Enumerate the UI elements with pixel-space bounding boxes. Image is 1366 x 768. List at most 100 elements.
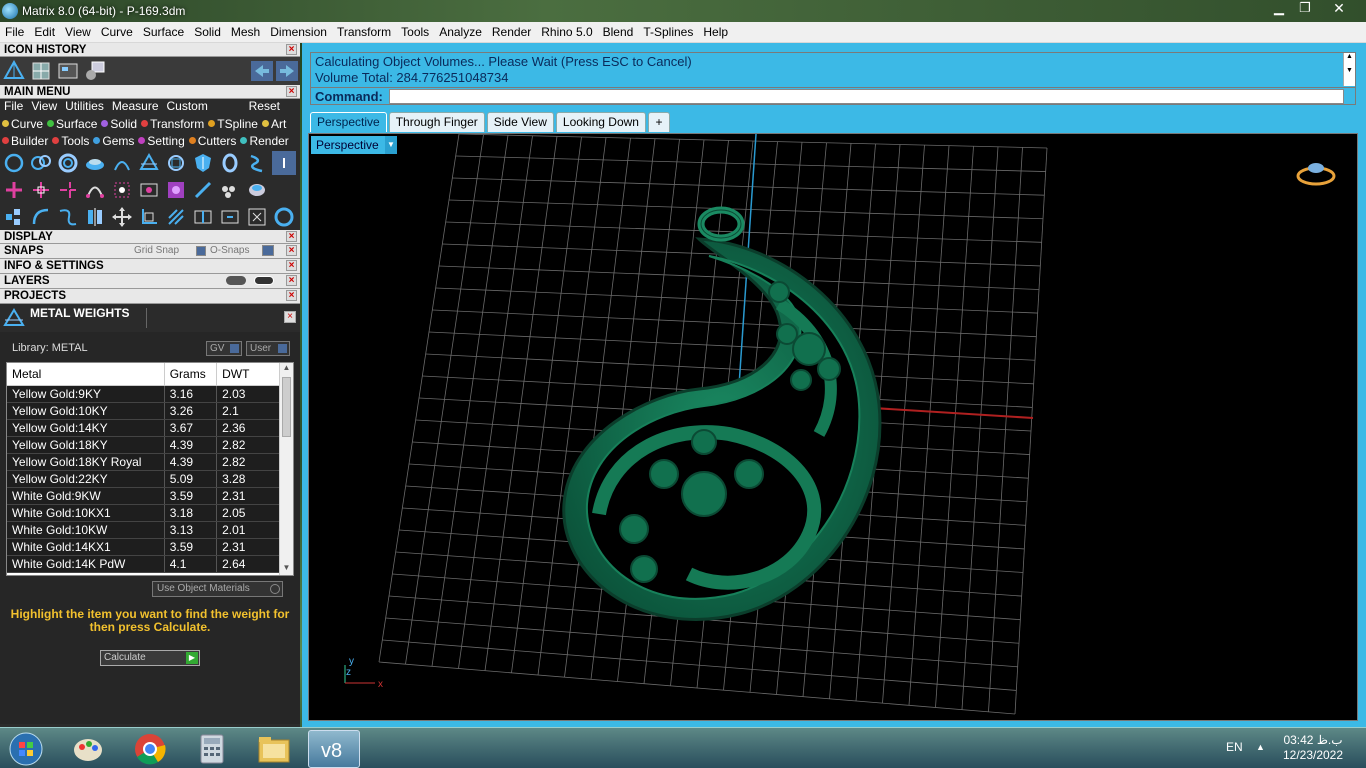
snaps-header[interactable]: SNAPS Grid Snap O-Snaps ×: [0, 244, 300, 259]
menu-view[interactable]: View: [60, 25, 96, 39]
table-row[interactable]: White Gold:14K PdW 4.1 2.64: [7, 555, 280, 573]
menu-transform[interactable]: Transform: [332, 25, 396, 39]
table-row[interactable]: Yellow Gold:10KY 3.26 2.1: [7, 402, 280, 420]
menu-edit[interactable]: Edit: [29, 25, 60, 39]
submenu-custom[interactable]: Custom: [163, 99, 212, 115]
flow-icon[interactable]: [56, 205, 80, 229]
add-point-icon[interactable]: [2, 178, 26, 202]
gem-seat-icon[interactable]: [164, 151, 188, 175]
category-setting[interactable]: Setting: [136, 134, 186, 148]
close-button[interactable]: ✕: [1318, 0, 1360, 18]
pencil-icon[interactable]: [191, 178, 215, 202]
viewport-canvas[interactable]: y z x: [309, 134, 1358, 721]
o-snaps-toggle[interactable]: O-Snaps: [210, 244, 249, 258]
menu-blend[interactable]: Blend: [598, 25, 639, 39]
pattern-icon[interactable]: [164, 178, 188, 202]
menu-tools[interactable]: Tools: [396, 25, 434, 39]
category-tspline[interactable]: TSpline: [206, 117, 260, 131]
menu-mesh[interactable]: Mesh: [226, 25, 265, 39]
column-header-grams[interactable]: Grams: [164, 363, 218, 386]
four-views-icon[interactable]: [29, 59, 53, 83]
grid-snap-toggle[interactable]: Grid Snap: [134, 244, 179, 258]
maximize-button[interactable]: ❐: [1292, 0, 1318, 18]
move-icon[interactable]: [110, 205, 134, 229]
view-navigator-icon[interactable]: [1296, 163, 1336, 186]
remove-point-icon[interactable]: [56, 178, 80, 202]
o-snaps-check-icon[interactable]: [262, 245, 274, 256]
insert-point-icon[interactable]: [29, 178, 53, 202]
column-header-dwt[interactable]: DWT: [216, 363, 280, 386]
render-preview-icon[interactable]: [83, 59, 107, 83]
prong-icon[interactable]: [110, 151, 134, 175]
add-view-tab-button[interactable]: +: [647, 112, 670, 132]
info-settings-header[interactable]: INFO & SETTINGS ×: [0, 259, 300, 274]
table-row[interactable]: Yellow Gold:18KY Royal 4.39 2.82: [7, 453, 280, 471]
menu-file[interactable]: File: [0, 25, 29, 39]
metal-table[interactable]: Metal Grams DWT Yellow Gold:9KY 3.16 2.03 Yel…: [6, 362, 294, 576]
shield-icon[interactable]: [191, 151, 215, 175]
tab-through-finger[interactable]: Through Finger: [388, 112, 485, 132]
edit-curve-icon[interactable]: [137, 178, 161, 202]
grid-snap-check-icon[interactable]: [196, 246, 206, 256]
close-icon[interactable]: ×: [286, 86, 297, 97]
rotate-curve-icon[interactable]: [29, 205, 53, 229]
tab-perspective[interactable]: Perspective: [310, 112, 387, 132]
category-surface[interactable]: Surface: [45, 117, 99, 131]
gem-icon[interactable]: [245, 178, 269, 202]
layers-header[interactable]: LAYERS ×: [0, 274, 300, 289]
category-gems[interactable]: Gems: [91, 134, 136, 148]
history-back-icon[interactable]: [251, 61, 273, 81]
history-forward-icon[interactable]: [276, 61, 298, 81]
close-icon[interactable]: ×: [286, 231, 297, 242]
system-clock[interactable]: 03:42 ب.ظ 12/23/2022: [1280, 733, 1346, 763]
arc-icon[interactable]: [83, 178, 107, 202]
tab-side-view[interactable]: Side View: [486, 112, 554, 132]
pave-icon[interactable]: [218, 178, 242, 202]
ring-profile-icon[interactable]: [56, 151, 80, 175]
join-icon[interactable]: [218, 205, 242, 229]
menu-t-splines[interactable]: T-Splines: [638, 25, 698, 39]
explorer-app-icon[interactable]: [248, 730, 300, 768]
category-cutters[interactable]: Cutters: [187, 134, 239, 148]
command-input[interactable]: [389, 89, 1344, 104]
mirror-icon[interactable]: [83, 205, 107, 229]
calculator-app-icon[interactable]: [186, 730, 238, 768]
close-icon[interactable]: ×: [284, 311, 296, 323]
table-scrollbar[interactable]: ▲ ▼: [279, 363, 293, 575]
eye-icon[interactable]: [254, 276, 274, 285]
menu-help[interactable]: Help: [698, 25, 733, 39]
user-toggle[interactable]: User: [246, 341, 290, 356]
viewport-dropdown[interactable]: Perspective ▼: [311, 136, 397, 154]
category-solid[interactable]: Solid: [99, 117, 139, 131]
start-button[interactable]: [0, 730, 52, 768]
category-art[interactable]: Art: [260, 117, 288, 131]
close-icon[interactable]: ×: [286, 44, 297, 55]
submenu-utilities[interactable]: Utilities: [61, 99, 108, 115]
bail-icon[interactable]: [218, 151, 242, 175]
matrix-taskbar-icon[interactable]: v8: [308, 730, 360, 768]
chrome-app-icon[interactable]: [124, 730, 176, 768]
table-row[interactable]: White Gold:9KW 3.59 2.31: [7, 487, 280, 505]
main-menu-header[interactable]: MAIN MENU ×: [0, 85, 300, 99]
paint-app-icon[interactable]: [62, 730, 114, 768]
menu-surface[interactable]: Surface: [138, 25, 189, 39]
scroll-down-icon[interactable]: ▼: [280, 563, 293, 575]
close-icon[interactable]: ×: [286, 290, 297, 301]
gv-toggle[interactable]: GV: [206, 341, 242, 356]
table-row[interactable]: Yellow Gold:22KY 5.09 3.28: [7, 470, 280, 488]
perspective-view-icon[interactable]: [2, 59, 26, 83]
icon-history-header[interactable]: ICON HISTORY ×: [0, 43, 300, 57]
use-object-materials-checkbox[interactable]: Use Object Materials: [152, 581, 283, 597]
menu-rhino-5-0[interactable]: Rhino 5.0: [536, 25, 597, 39]
projects-header[interactable]: PROJECTS ×: [0, 289, 300, 304]
tab-looking-down[interactable]: Looking Down: [555, 112, 646, 132]
mode-toggle-icon[interactable]: [272, 150, 296, 175]
category-builder[interactable]: Builder: [0, 134, 50, 148]
menu-render[interactable]: Render: [487, 25, 536, 39]
menu-curve[interactable]: Curve: [96, 25, 138, 39]
scale-icon[interactable]: [137, 205, 161, 229]
column-header-metal[interactable]: Metal: [7, 363, 165, 386]
submenu-file[interactable]: File: [0, 99, 27, 115]
reset-link[interactable]: Reset: [245, 99, 284, 113]
category-curve[interactable]: Curve: [0, 117, 45, 131]
